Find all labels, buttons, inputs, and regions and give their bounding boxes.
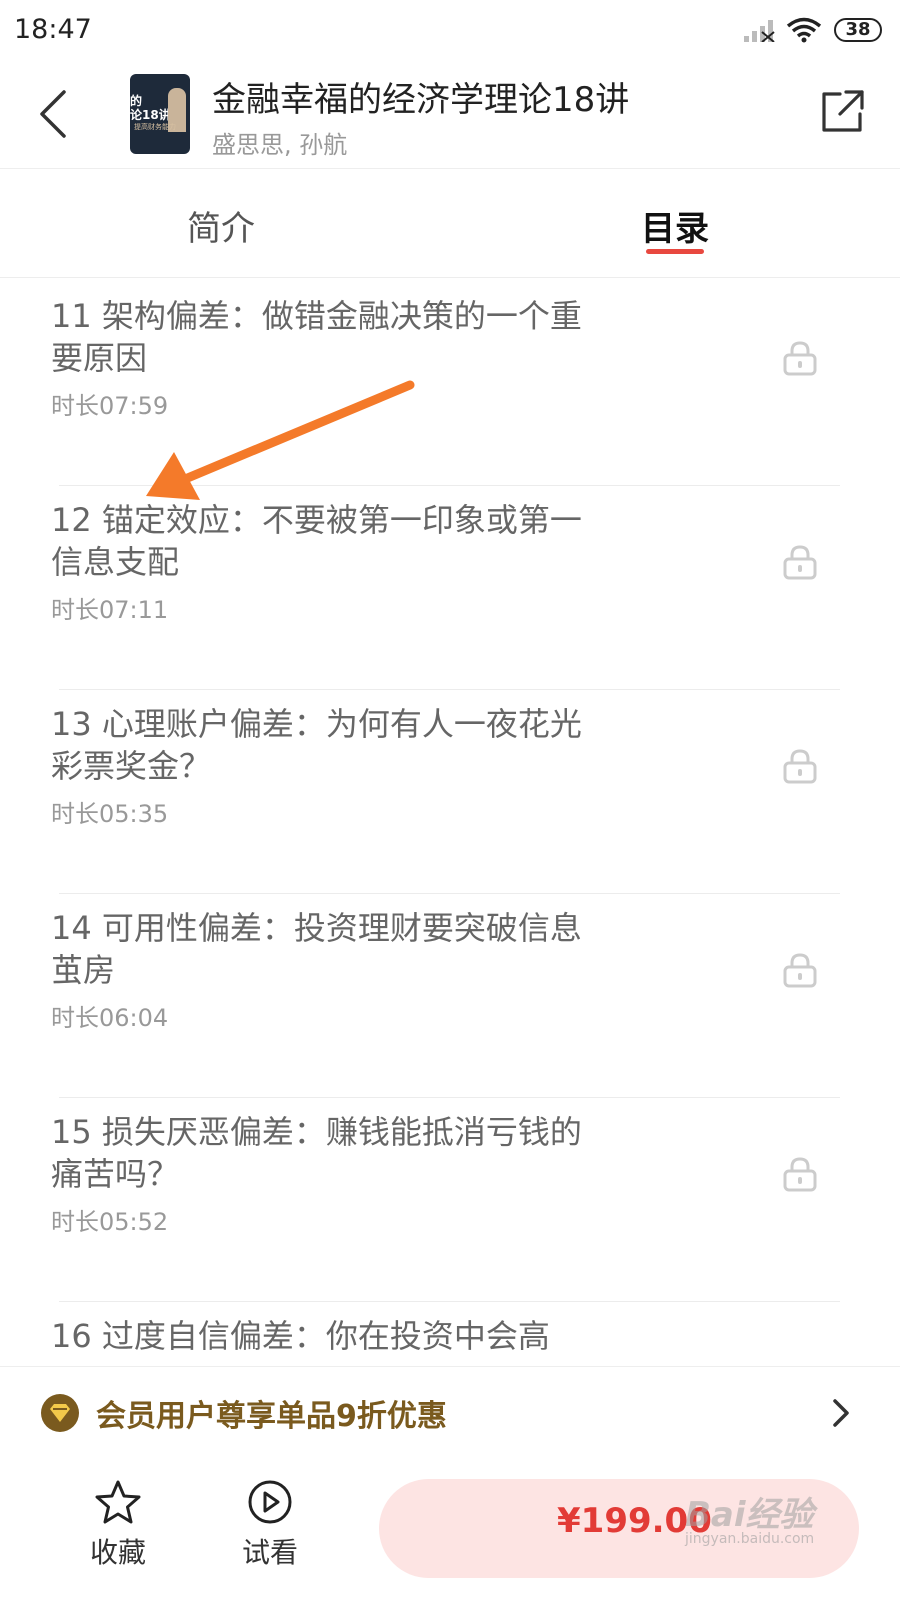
course-authors: 盛思思, 孙航 [212, 131, 348, 159]
bottom-action-bar: 收藏 试看 ¥199.00 Bai经验 jingyan.baidu.com [0, 1459, 900, 1600]
lock-icon [783, 545, 817, 580]
back-arrow-icon[interactable] [34, 86, 74, 142]
battery-level: 38 [834, 18, 882, 42]
tab-intro[interactable]: 简介 [187, 201, 255, 250]
tab-catalog[interactable]: 目录 [641, 201, 709, 250]
star-icon [95, 1480, 141, 1524]
active-tab-indicator [646, 249, 704, 254]
baidu-watermark: Bai经验 [685, 1495, 814, 1535]
status-bar: 18:47 38 [0, 0, 900, 60]
trial-button[interactable]: 试看 [225, 1479, 315, 1571]
course-cover-image: 的论18讲 提高财务能力 [130, 74, 190, 154]
member-discount-text: 会员用户尊享单品9折优惠 [96, 1399, 447, 1434]
wifi-icon [786, 17, 822, 43]
lock-icon [783, 749, 817, 784]
episode-item[interactable]: 11 架构偏差：做错金融决策的一个重要原因 时长07:59 [0, 278, 900, 486]
diamond-badge-icon [41, 1394, 79, 1432]
member-discount-bar[interactable]: 会员用户尊享单品9折优惠 [0, 1366, 900, 1460]
play-circle-icon [248, 1480, 292, 1524]
episode-title: 15 损失厌恶偏差：赚钱能抵消亏钱的痛苦吗？ [51, 1113, 582, 1193]
baidu-watermark-url: jingyan.baidu.com [685, 1531, 815, 1547]
episode-title: 16 过度自信偏差：你在投资中会高 [51, 1317, 550, 1355]
lock-icon [783, 341, 817, 376]
share-icon[interactable] [818, 88, 866, 136]
cover-subtext: 提高财务能力 [134, 123, 176, 131]
episode-item[interactable]: 16 过度自信偏差：你在投资中会高 [0, 1298, 900, 1366]
episode-duration: 时长06:04 [51, 1004, 169, 1032]
episode-item[interactable]: 14 可用性偏差：投资理财要突破信息茧房 时长06:04 [0, 890, 900, 1098]
favorite-label: 收藏 [89, 1536, 146, 1569]
trial-label: 试看 [241, 1536, 298, 1569]
chevron-right-icon [833, 1399, 849, 1427]
lock-icon [783, 1157, 817, 1192]
episode-duration: 时长05:35 [51, 800, 169, 828]
episode-title: 11 架构偏差：做错金融决策的一个重要原因 [51, 297, 582, 377]
episode-duration: 时长07:11 [51, 596, 169, 624]
episode-duration: 时长05:52 [51, 1208, 169, 1236]
lock-icon [783, 953, 817, 988]
favorite-button[interactable]: 收藏 [73, 1479, 163, 1571]
episode-list[interactable]: 11 架构偏差：做错金融决策的一个重要原因 时长07:59 12 锚定效应：不要… [0, 278, 900, 1366]
episode-duration: 时长07:59 [51, 392, 169, 420]
cellular-signal-icon [744, 20, 775, 42]
episode-title: 12 锚定效应：不要被第一印象或第一信息支配 [51, 501, 582, 581]
cover-title-text: 的论18讲 [130, 94, 171, 122]
episode-title: 14 可用性偏差：投资理财要突破信息茧房 [51, 909, 582, 989]
header: 的论18讲 提高财务能力 金融幸福的经济学理论18讲 盛思思, 孙航 [0, 60, 900, 169]
episode-title: 13 心理账户偏差：为何有人一夜花光彩票奖金？ [51, 705, 582, 785]
episode-item[interactable]: 15 损失厌恶偏差：赚钱能抵消亏钱的痛苦吗？ 时长05:52 [0, 1094, 900, 1302]
status-time: 18:47 [14, 14, 92, 45]
course-title: 金融幸福的经济学理论18讲 [212, 80, 630, 120]
episode-item[interactable]: 12 锚定效应：不要被第一印象或第一信息支配 时长07:11 [0, 482, 900, 690]
episode-item[interactable]: 13 心理账户偏差：为何有人一夜花光彩票奖金？ 时长05:35 [0, 686, 900, 894]
tab-bar: 简介 目录 [0, 168, 900, 278]
